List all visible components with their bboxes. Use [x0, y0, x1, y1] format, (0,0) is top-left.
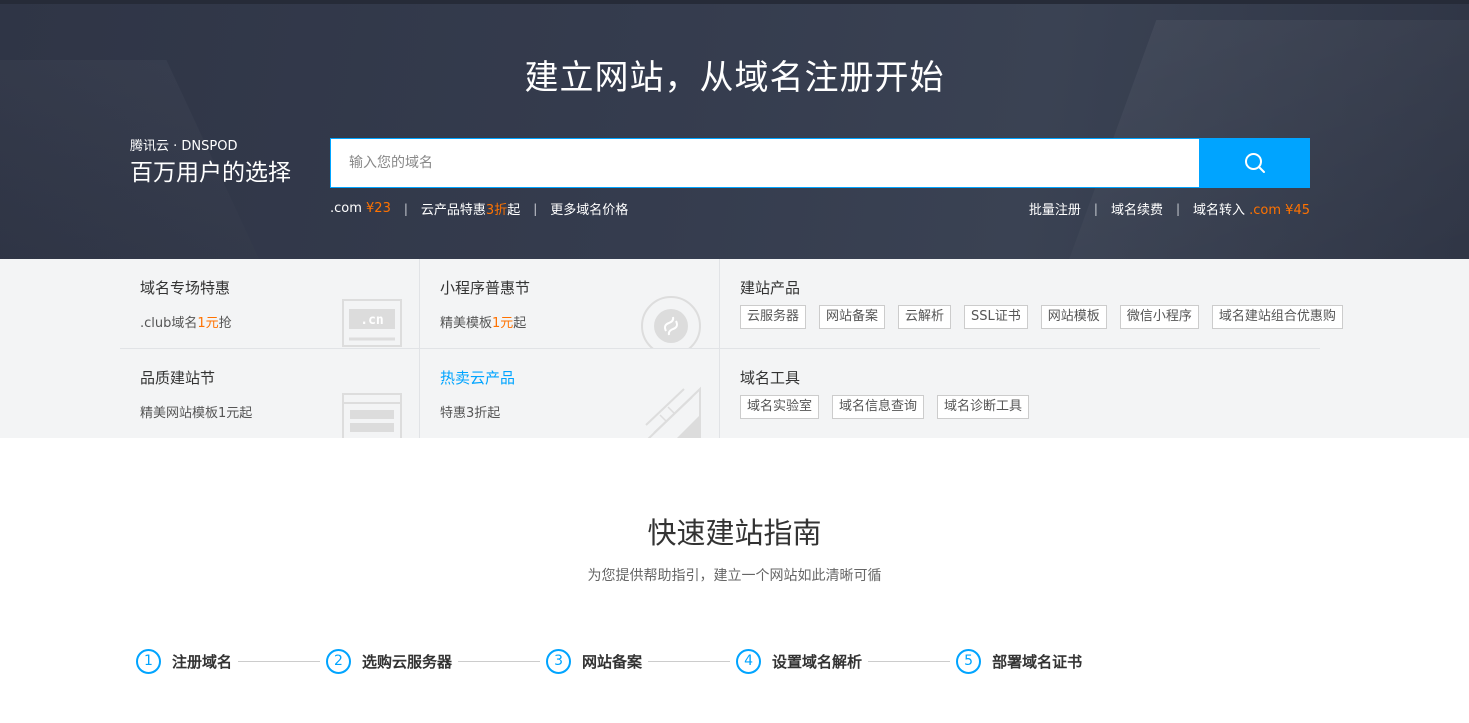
promo-subtitle: 特惠3折起 — [440, 406, 501, 421]
promo-title: 品质建站节 — [140, 369, 216, 387]
domain-search — [330, 138, 1310, 188]
step-register-domain[interactable]: 1 注册域名 — [136, 648, 233, 674]
promo-card-domain[interactable]: 域名专场特惠 .club域名1元抢 .cn — [120, 259, 419, 348]
promo-subtitle: 精美网站模板1元起 — [140, 406, 253, 421]
cloud-discount-link[interactable]: 云产品特惠3折起 — [421, 199, 520, 218]
step-number: 2 — [326, 648, 352, 674]
step-connector — [868, 660, 951, 662]
step-buy-server[interactable]: 2 选购云服务器 — [326, 648, 453, 674]
separator: | — [1175, 201, 1181, 216]
mini-program-icon — [640, 295, 702, 348]
promo-subtitle-text: 精美模板 — [440, 316, 493, 331]
step-label: 设置域名解析 — [772, 652, 863, 671]
site-products-section: 建站产品 云服务器 网站备案 云解析 SSL证书 网站模板 微信小程序 域名建站… — [720, 259, 1420, 348]
more-prices-link[interactable]: 更多域名价格 — [550, 199, 628, 218]
promo-highlight: 1元 — [492, 316, 514, 331]
top-bar — [0, 0, 1469, 4]
link-text: 云产品特惠 — [420, 203, 486, 218]
separator: | — [403, 201, 408, 216]
promo-highlight: 1元 — [197, 316, 219, 331]
tag-domain-site-bundle[interactable]: 域名建站组合优惠购 — [1211, 305, 1343, 329]
promo-card-website[interactable]: 品质建站节 精美网站模板1元起 — [120, 349, 419, 438]
site-products-tags: 云服务器 网站备案 云解析 SSL证书 网站模板 微信小程序 域名建站组合优惠购 — [740, 305, 1343, 329]
separator: | — [1093, 201, 1098, 216]
domain-tools-tags: 域名实验室 域名信息查询 域名诊断工具 — [740, 395, 1030, 419]
promo-subtitle: .club域名1元抢 — [140, 312, 232, 331]
com-price-link[interactable]: .com ¥23 — [330, 201, 391, 216]
promo-subtitle-text: .club域名 — [140, 316, 198, 331]
brand-slogan: 百万用户的选择 — [130, 160, 291, 186]
brand-subtitle: 腾讯云 · DNSPOD — [130, 139, 238, 154]
promo-card-cloud[interactable]: 热卖云产品 特惠3折起 — [420, 349, 719, 438]
site-products-title: 建站产品 — [740, 279, 801, 297]
domain-tools-section: 域名工具 域名实验室 域名信息查询 域名诊断工具 — [720, 349, 1420, 438]
step-connector — [238, 660, 321, 662]
hero-title: 建立网站，从域名注册开始 — [524, 58, 945, 98]
discount-highlight: 3折 — [485, 203, 508, 218]
tag-domain-whois[interactable]: 域名信息查询 — [832, 395, 925, 419]
promo-title: 热卖云产品 — [440, 369, 516, 387]
bulk-register-link[interactable]: 批量注册 — [1029, 199, 1081, 218]
step-label: 网站备案 — [582, 652, 643, 671]
domain-transfer-link[interactable]: 域名转入 .com ¥45 — [1193, 199, 1310, 218]
cn-domain-icon-label: .cn — [360, 313, 383, 328]
step-connector — [458, 660, 541, 662]
tag-domain-lab[interactable]: 域名实验室 — [740, 395, 820, 419]
tag-website-filing[interactable]: 网站备案 — [819, 305, 886, 329]
quick-links-left: .com ¥23 | 云产品特惠3折起 | 更多域名价格 — [330, 199, 628, 218]
price-highlight: .com ¥45 — [1249, 203, 1310, 218]
promo-subtitle-suffix: 起 — [513, 316, 527, 331]
search-icon — [1245, 153, 1265, 173]
tag-cloud-server[interactable]: 云服务器 — [740, 305, 807, 329]
promo-subtitle-suffix: 抢 — [218, 316, 232, 331]
link-text: .com — [330, 201, 367, 216]
domain-tools-title: 域名工具 — [740, 369, 801, 387]
link-text: 域名转入 — [1193, 203, 1250, 218]
step-website-filing[interactable]: 3 网站备案 — [546, 648, 643, 674]
step-number: 1 — [136, 648, 161, 674]
promo-subtitle: 精美模板1元起 — [440, 312, 526, 331]
quick-links-right: 批量注册 | 域名续费 | 域名转入 .com ¥45 — [1029, 199, 1310, 219]
tag-website-template[interactable]: 网站模板 — [1040, 305, 1107, 329]
step-label: 部署域名证书 — [992, 652, 1083, 671]
tag-wechat-miniprogram[interactable]: 微信小程序 — [1119, 305, 1199, 329]
price-highlight: ¥23 — [366, 201, 391, 216]
promo-title: 小程序普惠节 — [440, 279, 531, 297]
separator: | — [533, 201, 538, 216]
guide-steps: 1 注册域名 2 选购云服务器 3 网站备案 4 设置域名解析 5 部署域名证书 — [136, 648, 1082, 674]
tag-ssl-certificate[interactable]: SSL证书 — [964, 305, 1028, 329]
ruler-pencil-icon — [640, 385, 706, 438]
website-template-icon — [342, 393, 402, 438]
step-number: 5 — [956, 648, 982, 674]
promo-card-miniprogram[interactable]: 小程序普惠节 精美模板1元起 — [420, 259, 719, 348]
guide-title: 快速建站指南 — [647, 516, 822, 550]
link-text-suffix: 起 — [507, 203, 521, 218]
tag-cloud-dns[interactable]: 云解析 — [898, 305, 952, 329]
promo-strip: 域名专场特惠 .club域名1元抢 .cn 小程序普惠节 精美模板1元起 品质建… — [0, 259, 1469, 438]
hero-banner: 建立网站，从域名注册开始 腾讯云 · DNSPOD 百万用户的选择 .com ¥… — [0, 0, 1469, 259]
promo-title: 域名专场特惠 — [140, 279, 231, 297]
brand-block: 腾讯云 · DNSPOD 百万用户的选择 — [130, 139, 291, 189]
step-dns-setup[interactable]: 4 设置域名解析 — [736, 648, 863, 674]
step-label: 注册域名 — [172, 652, 233, 671]
step-number: 3 — [546, 648, 572, 674]
step-label: 选购云服务器 — [362, 652, 453, 671]
search-button[interactable] — [1200, 138, 1310, 188]
guide-subtitle: 为您提供帮助指引，建立一个网站如此清晰可循 — [587, 568, 882, 584]
step-number: 4 — [736, 648, 762, 674]
domain-renew-link[interactable]: 域名续费 — [1111, 199, 1163, 218]
cn-domain-icon: .cn — [342, 299, 402, 348]
step-connector — [648, 660, 731, 662]
step-deploy-certificate[interactable]: 5 部署域名证书 — [956, 648, 1083, 674]
domain-search-input[interactable] — [330, 138, 1200, 188]
tag-domain-diagnosis[interactable]: 域名诊断工具 — [937, 395, 1030, 419]
